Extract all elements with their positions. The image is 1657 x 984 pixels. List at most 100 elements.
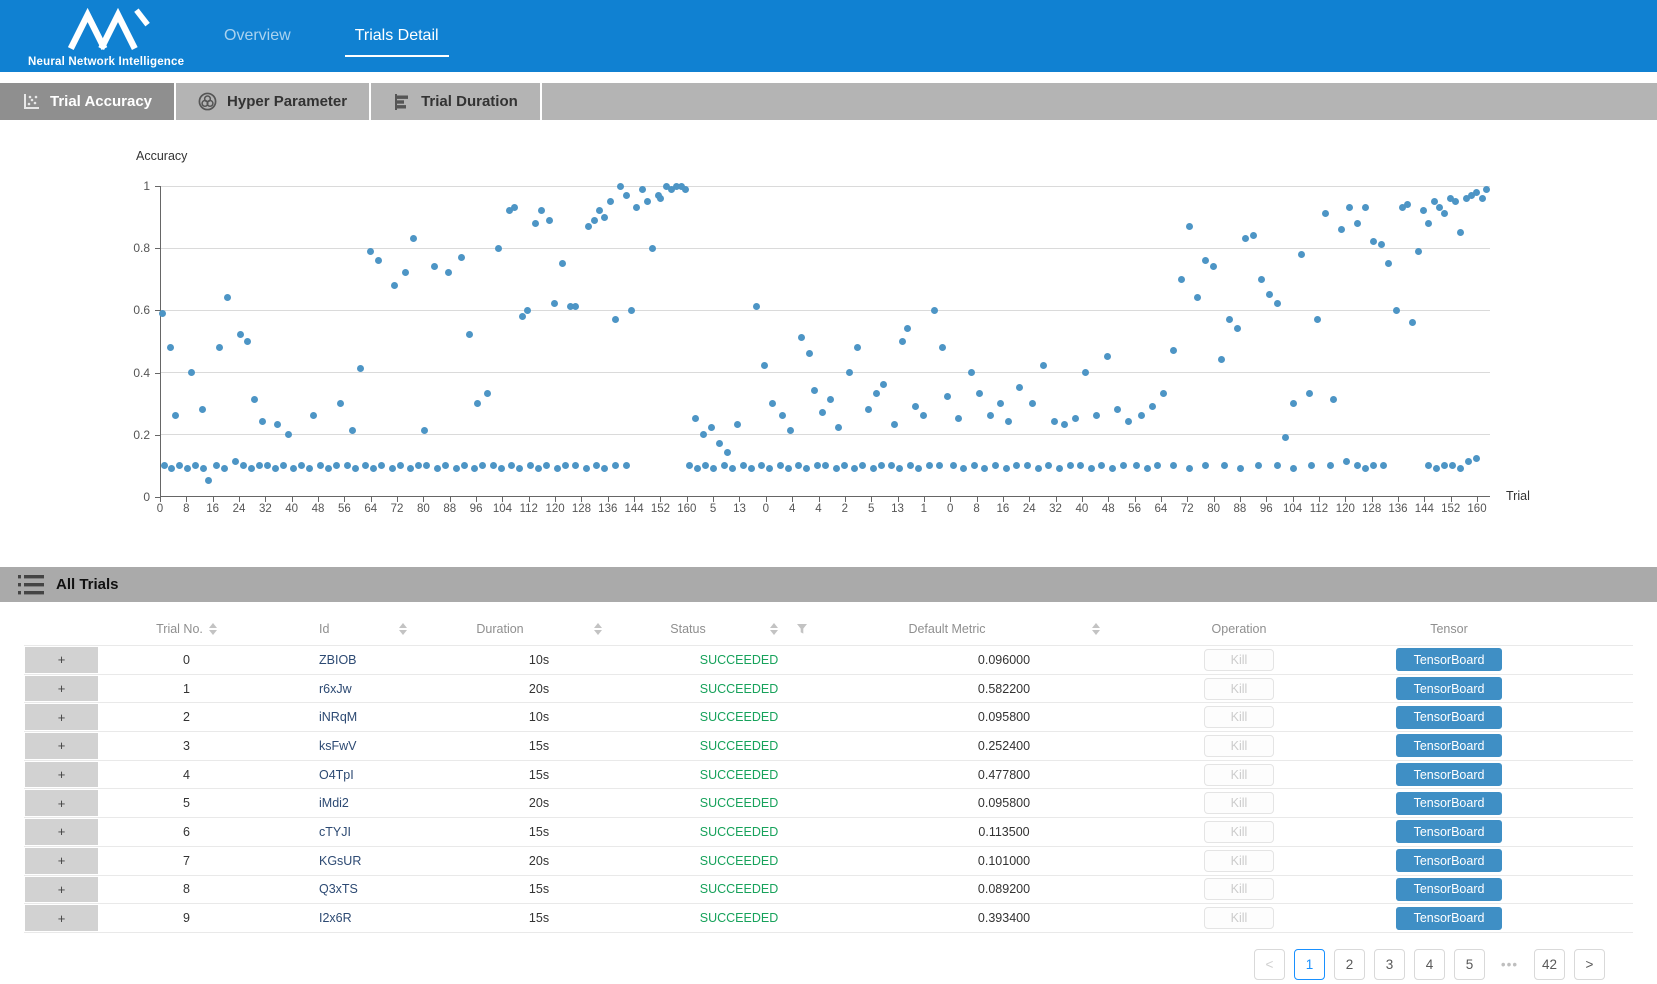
x-tick-mark [581, 497, 582, 502]
cell-duration: 20s [454, 682, 624, 696]
kill-button[interactable]: Kill [1204, 706, 1274, 728]
kill-button[interactable]: Kill [1204, 792, 1274, 814]
pagination-page-42[interactable]: 42 [1534, 949, 1565, 980]
tensorboard-button[interactable]: TensorBoard [1396, 677, 1502, 700]
scatter-point [397, 462, 404, 469]
scatter-point [785, 465, 792, 472]
expand-row-button[interactable]: + [24, 904, 99, 932]
scatter-point [1282, 434, 1289, 441]
scatter-point [1104, 353, 1111, 360]
tensorboard-button[interactable]: TensorBoard [1396, 878, 1502, 901]
scatter-point [1255, 462, 1262, 469]
nav-tab-overview[interactable]: Overview [222, 21, 293, 51]
pagination-page-1[interactable]: 1 [1294, 949, 1325, 980]
scatter-point [623, 192, 630, 199]
scatter-point [524, 307, 531, 314]
cell-trial-no: 8 [99, 882, 274, 896]
tensorboard-button[interactable]: TensorBoard [1396, 706, 1502, 729]
sort-icon[interactable] [594, 623, 602, 635]
tensorboard-button[interactable]: TensorBoard [1396, 907, 1502, 930]
pagination-page-3[interactable]: 3 [1374, 949, 1405, 980]
pagination-page-4[interactable]: 4 [1414, 949, 1445, 980]
scatter-point [538, 207, 545, 214]
table-row: +1r6xJw20sSUCCEEDED0.582200KillTensorBoa… [24, 674, 1633, 703]
cell-id: I2x6R [274, 911, 454, 925]
scatter-point [1465, 458, 1472, 465]
header-trial-no: Trial No. [99, 622, 274, 636]
scatter-point [1266, 291, 1273, 298]
scatter-point [878, 462, 885, 469]
scatter-point [1003, 465, 1010, 472]
cell-id: KGsUR [274, 854, 454, 868]
scatter-point [344, 462, 351, 469]
expand-row-button[interactable]: + [24, 789, 99, 817]
header-duration: Duration [454, 622, 624, 636]
filter-icon[interactable] [796, 623, 808, 635]
sort-icon[interactable] [770, 623, 778, 635]
tab-trial-duration[interactable]: Trial Duration [371, 83, 542, 120]
scatter-point [1077, 462, 1084, 469]
x-tick-mark [186, 497, 187, 502]
tensorboard-button[interactable]: TensorBoard [1396, 734, 1502, 757]
x-tick-mark [213, 497, 214, 502]
expand-row-button[interactable]: + [24, 703, 99, 731]
kill-button[interactable]: Kill [1204, 878, 1274, 900]
tab-trial-accuracy[interactable]: Trial Accuracy [0, 83, 176, 120]
tensorboard-button[interactable]: TensorBoard [1396, 648, 1502, 671]
venn-icon [198, 92, 217, 111]
sort-icon[interactable] [1092, 623, 1100, 635]
scatter-point [535, 465, 542, 472]
pagination-page-2[interactable]: 2 [1334, 949, 1365, 980]
scatter-point [682, 186, 689, 193]
tensorboard-button[interactable]: TensorBoard [1396, 849, 1502, 872]
cell-default-metric: 0.089200 [854, 882, 1154, 896]
scatter-point [325, 465, 332, 472]
tensorboard-button[interactable]: TensorBoard [1396, 792, 1502, 815]
status-badge: SUCCEEDED [624, 854, 854, 868]
scatter-point [1237, 465, 1244, 472]
kill-button[interactable]: Kill [1204, 907, 1274, 929]
scatter-icon [22, 93, 40, 111]
scatter-point [920, 412, 927, 419]
x-tick-mark [1029, 497, 1030, 502]
sort-icon[interactable] [399, 623, 407, 635]
expand-row-button[interactable]: + [24, 761, 99, 789]
scatter-point [803, 465, 810, 472]
scatter-point [819, 409, 826, 416]
scatter-point [264, 462, 271, 469]
scatter-point [562, 462, 569, 469]
scatter-point [1016, 384, 1023, 391]
pagination-page-5[interactable]: 5 [1454, 949, 1485, 980]
scatter-point [1186, 223, 1193, 230]
expand-row-button[interactable]: + [24, 646, 99, 674]
kill-button[interactable]: Kill [1204, 821, 1274, 843]
scatter-point [1040, 362, 1047, 369]
kill-button[interactable]: Kill [1204, 649, 1274, 671]
expand-row-button[interactable]: + [24, 876, 99, 904]
tab-hyper-parameter[interactable]: Hyper Parameter [176, 83, 371, 120]
scatter-point [1330, 396, 1337, 403]
tensorboard-button[interactable]: TensorBoard [1396, 820, 1502, 843]
scatter-point [936, 462, 943, 469]
scatter-point [814, 462, 821, 469]
expand-row-button[interactable]: + [24, 675, 99, 703]
scatter-point [402, 269, 409, 276]
kill-button[interactable]: Kill [1204, 764, 1274, 786]
kill-button[interactable]: Kill [1204, 850, 1274, 872]
cell-trial-no: 2 [99, 710, 274, 724]
expand-row-button[interactable]: + [24, 818, 99, 846]
nav-tab-trials-detail[interactable]: Trials Detail [353, 21, 441, 51]
expand-row-button[interactable]: + [24, 847, 99, 875]
sort-icon[interactable] [209, 623, 217, 635]
scatter-point [761, 362, 768, 369]
scatter-point [1170, 462, 1177, 469]
scatter-point [1479, 195, 1486, 202]
tensorboard-button[interactable]: TensorBoard [1396, 763, 1502, 786]
scatter-point [907, 462, 914, 469]
kill-button[interactable]: Kill [1204, 678, 1274, 700]
scatter-point [873, 390, 880, 397]
pagination-next-button[interactable]: > [1574, 949, 1605, 980]
expand-row-button[interactable]: + [24, 732, 99, 760]
kill-button[interactable]: Kill [1204, 735, 1274, 757]
scatter-point [729, 465, 736, 472]
